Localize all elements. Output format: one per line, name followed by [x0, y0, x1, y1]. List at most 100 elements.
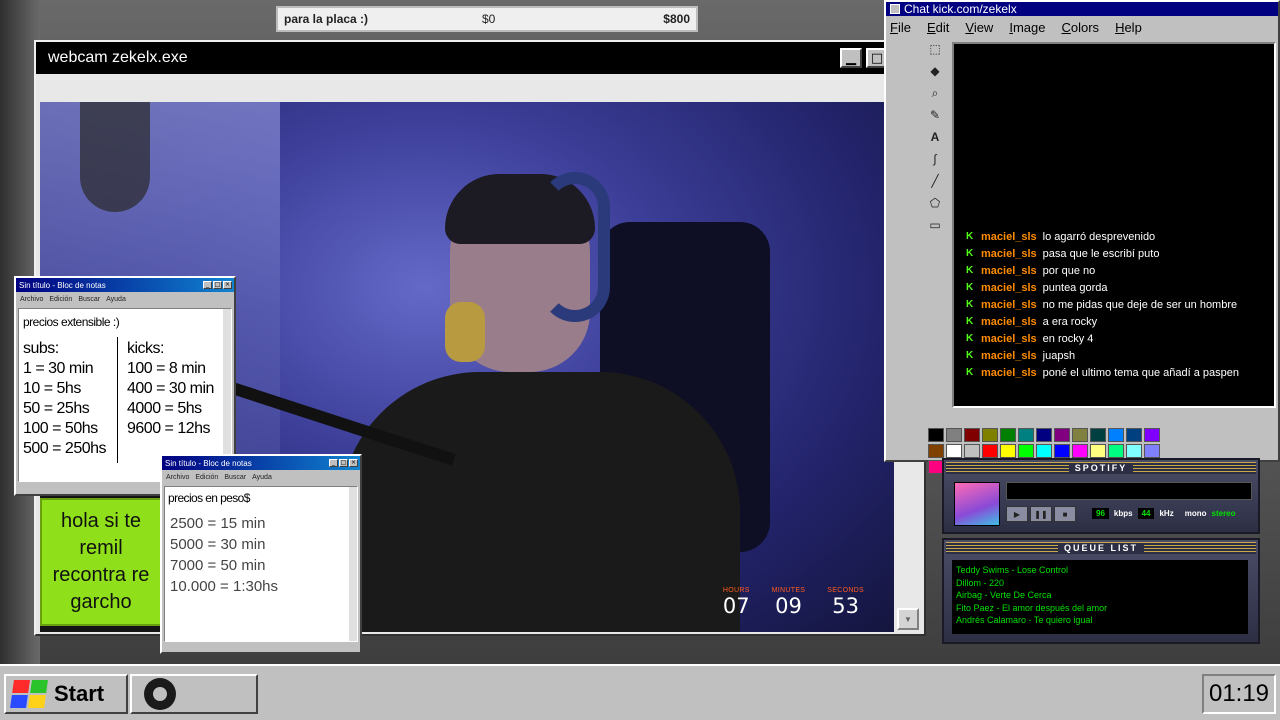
stop-icon[interactable]: ■ — [1054, 506, 1076, 522]
khz-value: 44 — [1137, 508, 1155, 519]
menu-ayuda[interactable]: Ayuda — [252, 474, 272, 481]
chat-username[interactable]: maciel_sls — [981, 316, 1037, 328]
queue-item[interactable]: Dillom - 220 — [956, 577, 1244, 590]
close-icon[interactable]: × — [349, 459, 358, 467]
menu-view[interactable]: View — [965, 20, 993, 35]
menu-colors[interactable]: Colors — [1061, 20, 1099, 35]
chat-window[interactable]: Chat kick.com/zekelx File Edit View Imag… — [884, 0, 1280, 474]
menu-buscar[interactable]: Buscar — [78, 296, 100, 303]
palette-swatch[interactable] — [1018, 444, 1034, 458]
spotify-title: SPOTIFY — [1068, 463, 1134, 473]
palette-swatch[interactable] — [1126, 428, 1142, 442]
palette-swatch[interactable] — [946, 444, 962, 458]
magnifier-icon[interactable]: ⌕ — [926, 86, 944, 104]
notepad-subs-title-bar[interactable]: Sin título - Bloc de notas _ □ × — [16, 278, 234, 292]
timer-seconds-label: SECONDS — [827, 587, 864, 594]
palette-swatch[interactable] — [928, 428, 944, 442]
notepad-subs-title: Sin título - Bloc de notas — [19, 280, 106, 290]
chat-title-bar[interactable]: Chat kick.com/zekelx — [886, 2, 1278, 16]
queue-item[interactable]: Andrés Calamaro - Te quiero igual — [956, 614, 1244, 627]
line-icon[interactable]: ╱ — [926, 174, 944, 192]
queue-item[interactable]: Fito Paez - El amor después del amor — [956, 602, 1244, 615]
start-button[interactable]: Start — [4, 674, 128, 714]
subs-line: 50 = 25hs — [23, 400, 90, 417]
curve-icon[interactable]: ∫ — [926, 152, 944, 170]
palette-swatch[interactable] — [1000, 428, 1016, 442]
maximize-icon[interactable]: □ — [213, 281, 222, 289]
notepad-pesos-scrollbar[interactable] — [349, 487, 357, 641]
chat-message: Kmaciel_sls puntea gorda — [966, 279, 1276, 296]
palette-swatch[interactable] — [928, 444, 944, 458]
palette-swatch[interactable] — [1144, 428, 1160, 442]
chat-username[interactable]: maciel_sls — [981, 248, 1037, 260]
taskbar-obs-item[interactable] — [130, 674, 258, 714]
chat-username[interactable]: maciel_sls — [981, 299, 1037, 311]
text-icon[interactable]: A — [926, 130, 944, 148]
queue-title: QUEUE LIST — [1057, 543, 1144, 553]
palette-swatch[interactable] — [1126, 444, 1142, 458]
palette-swatch[interactable] — [1018, 428, 1034, 442]
palette-swatch[interactable] — [1036, 428, 1052, 442]
pencil-icon[interactable]: ✎ — [926, 108, 944, 126]
palette-swatch[interactable] — [946, 428, 962, 442]
kick-badge-icon: K — [966, 265, 974, 276]
queue-item[interactable]: Teddy Swims - Lose Control — [956, 564, 1244, 577]
notepad-pesos-text[interactable]: precios en peso$ 2500 = 15 min 5000 = 30… — [164, 486, 358, 642]
menu-file[interactable]: File — [890, 20, 911, 35]
webcam-title-bar[interactable]: webcam zekelx.exe ▁ □ ✕ — [36, 42, 924, 74]
rectangle-icon[interactable]: ▭ — [926, 218, 944, 236]
chat-username[interactable]: maciel_sls — [981, 265, 1037, 277]
palette-swatch[interactable] — [1054, 444, 1070, 458]
menu-edicion[interactable]: Edición — [49, 296, 72, 303]
palette-swatch[interactable] — [1144, 444, 1160, 458]
menu-archivo[interactable]: Archivo — [166, 474, 189, 481]
palette-swatch[interactable] — [1000, 444, 1016, 458]
green-note: hola si te remil recontra re garcho — [40, 498, 162, 626]
palette-swatch[interactable] — [1036, 444, 1052, 458]
menu-edit[interactable]: Edit — [927, 20, 949, 35]
pause-icon[interactable]: ❚❚ — [1030, 506, 1052, 522]
menu-buscar[interactable]: Buscar — [224, 474, 246, 481]
chat-username[interactable]: maciel_sls — [981, 231, 1037, 243]
palette-swatch[interactable] — [1054, 428, 1070, 442]
video-headphones — [540, 172, 610, 322]
taskbar: Start 01:19 — [0, 664, 1280, 720]
palette-swatch[interactable] — [982, 428, 998, 442]
play-icon[interactable]: ▶ — [1006, 506, 1028, 522]
maximize-icon[interactable]: □ — [339, 459, 348, 467]
notepad-pesos-title-bar[interactable]: Sin título - Bloc de notas _ □ × — [162, 456, 360, 470]
notepad-pesos-title: Sin título - Bloc de notas — [165, 458, 252, 468]
menu-archivo[interactable]: Archivo — [20, 296, 43, 303]
minimize-icon[interactable]: ▁ — [840, 48, 862, 68]
polygon-icon[interactable]: ⬠ — [926, 196, 944, 214]
minimize-icon[interactable]: _ — [329, 459, 338, 467]
palette-swatch[interactable] — [964, 428, 980, 442]
select-icon[interactable]: ⬚ — [926, 42, 944, 60]
palette-swatch[interactable] — [1108, 444, 1124, 458]
menu-edicion[interactable]: Edición — [195, 474, 218, 481]
chat-message: Kmaciel_sls en rocky 4 — [966, 330, 1276, 347]
notepad-pesos-window[interactable]: Sin título - Bloc de notas _ □ × Archivo… — [160, 454, 362, 654]
queue-item[interactable]: Airbag - Verte De Cerca — [956, 589, 1244, 602]
chat-username[interactable]: maciel_sls — [981, 367, 1037, 379]
minimize-icon[interactable]: _ — [203, 281, 212, 289]
scroll-down-icon[interactable]: ▼ — [897, 608, 919, 630]
menu-ayuda[interactable]: Ayuda — [106, 296, 126, 303]
menu-help[interactable]: Help — [1115, 20, 1142, 35]
palette-swatch[interactable] — [964, 444, 980, 458]
palette-swatch[interactable] — [1072, 428, 1088, 442]
chat-username[interactable]: maciel_sls — [981, 333, 1037, 345]
timer-seconds-value: 53 — [832, 594, 859, 618]
webcam-title: webcam zekelx.exe — [48, 49, 188, 66]
palette-swatch[interactable] — [1108, 428, 1124, 442]
menu-image[interactable]: Image — [1009, 20, 1045, 35]
chat-username[interactable]: maciel_sls — [981, 350, 1037, 362]
eraser-icon[interactable]: ◆ — [926, 64, 944, 82]
chat-username[interactable]: maciel_sls — [981, 282, 1037, 294]
close-icon[interactable]: × — [223, 281, 232, 289]
palette-swatch[interactable] — [1090, 444, 1106, 458]
palette-swatch[interactable] — [982, 444, 998, 458]
chat-text: en rocky 4 — [1042, 332, 1094, 345]
palette-swatch[interactable] — [1072, 444, 1088, 458]
palette-swatch[interactable] — [1090, 428, 1106, 442]
